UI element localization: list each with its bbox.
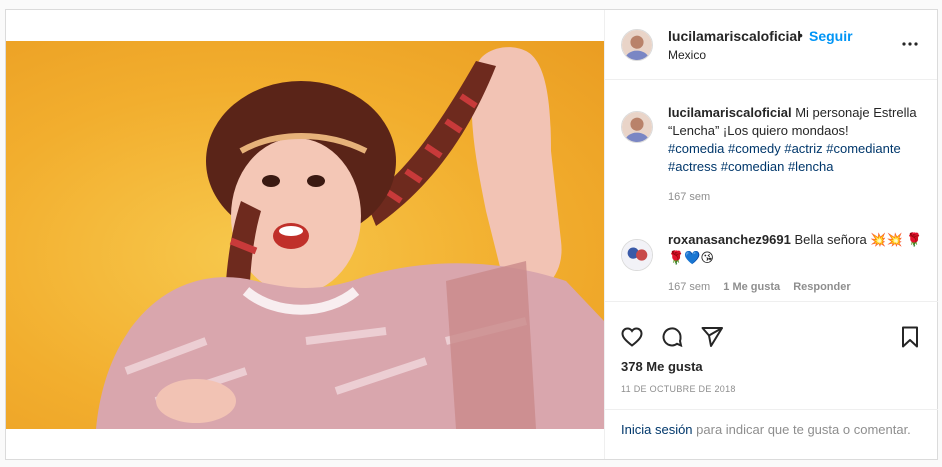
author-username[interactable]: lucilamariscaloficial — [668, 28, 801, 44]
author-avatar[interactable] — [621, 29, 653, 61]
caption-timestamp[interactable]: 167 sem — [668, 191, 710, 203]
post-side-panel: lucilamariscaloficial • Seguir Mexico lu… — [604, 10, 938, 459]
more-horizontal-icon[interactable] — [898, 32, 922, 56]
follow-button[interactable]: Seguir — [809, 28, 853, 44]
caption-username[interactable]: lucilamariscaloficial — [668, 105, 792, 120]
comments-section: lucilamariscaloficial Mi personaje Estre… — [605, 81, 938, 301]
commenter-username[interactable]: roxanasanchez9691 — [668, 232, 791, 247]
bookmark-icon[interactable] — [898, 325, 922, 349]
comment-likes[interactable]: 1 Me gusta — [723, 281, 780, 293]
heart-icon[interactable] — [620, 325, 644, 349]
commenter-avatar[interactable] — [621, 239, 653, 271]
separator-dot: • — [798, 27, 803, 43]
caption-author-avatar[interactable] — [621, 111, 653, 143]
woman-with-braids-image — [96, 47, 604, 429]
comment-meta: 167 sem 1 Me gusta Responder — [668, 281, 861, 293]
post-date[interactable]: 11 DE OCTUBRE DE 2018 — [621, 384, 736, 394]
post-actions: 378 Me gusta 11 DE OCTUBRE DE 2018 — [605, 301, 938, 421]
post-header: lucilamariscaloficial • Seguir Mexico — [605, 10, 937, 80]
login-prompt-text: para indicar que te gusta o comentar. — [692, 422, 911, 437]
login-link[interactable]: Inicia sesión — [621, 422, 693, 437]
likes-count[interactable]: 378 Me gusta — [621, 359, 703, 374]
comment-icon[interactable] — [660, 325, 684, 349]
reply-button[interactable]: Responder — [793, 281, 850, 293]
login-prompt: Inicia sesión para indicar que te gusta … — [605, 409, 938, 459]
caption-hashtags[interactable]: #comedia #comedy #actriz #comediante #ac… — [668, 141, 901, 174]
post-card: lucilamariscaloficial • Seguir Mexico lu… — [5, 9, 938, 460]
comment-item: roxanasanchez9691 Bella señora 💥💥 🌹🌹💙😘 — [668, 231, 928, 267]
post-media — [6, 10, 604, 459]
post-location[interactable]: Mexico — [668, 48, 706, 62]
comment-timestamp[interactable]: 167 sem — [668, 281, 710, 293]
post-photo[interactable] — [6, 41, 604, 429]
post-caption: lucilamariscaloficial Mi personaje Estre… — [668, 104, 928, 176]
share-icon[interactable] — [700, 325, 724, 349]
